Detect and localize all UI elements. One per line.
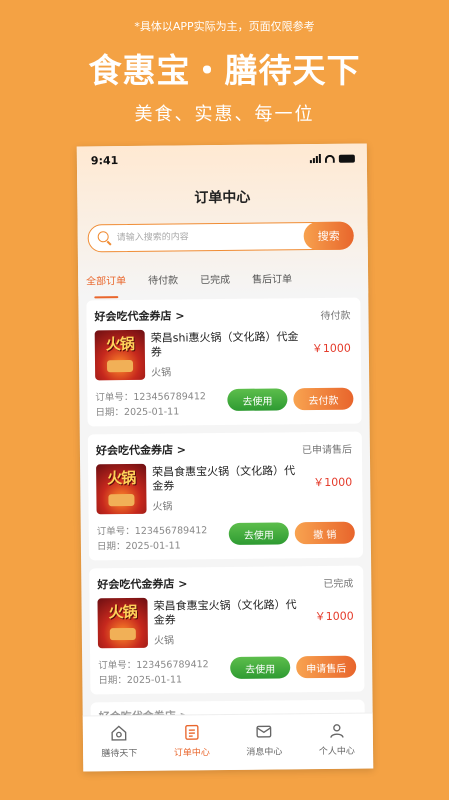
- product-name: 荣昌食惠宝火锅（文化路）代金券: [152, 464, 296, 493]
- thumbnail-text: 火锅: [105, 334, 134, 354]
- cancel-button[interactable]: 撤 销: [294, 521, 355, 545]
- order-status: 已申请售后: [301, 444, 352, 457]
- status-bar: 9:41: [89, 152, 355, 169]
- bottom-nav: 膳待天下 订单中心 消息中心 个人中心: [82, 712, 374, 772]
- page-title: 订单中心: [194, 189, 251, 207]
- use-button[interactable]: 去使用: [230, 656, 291, 679]
- pay-button[interactable]: 去付款: [293, 387, 354, 411]
- phone-screen: 9:41 订单中心 搜索 全部订单 待付款 已完成 售后订单 好会吃代金券店 >…: [76, 143, 374, 772]
- signal-icon: [309, 153, 321, 164]
- use-button[interactable]: 去使用: [228, 522, 289, 545]
- order-card: 好会吃代金券店 > 已申请售后 火锅 荣昌食惠宝火锅（文化路）代金券 火锅 ￥1…: [87, 431, 364, 561]
- use-button[interactable]: 去使用: [227, 388, 288, 411]
- status-time: 9:41: [90, 154, 119, 168]
- order-list-icon: [184, 724, 199, 740]
- battery-icon: [338, 154, 355, 163]
- order-tabs: 全部订单 待付款 已完成 售后订单: [86, 270, 360, 295]
- product-name: 荣昌食惠宝火锅（文化路）代金券: [153, 598, 297, 627]
- nav-label: 膳待天下: [101, 748, 138, 760]
- nav-item-profile[interactable]: 个人中心: [307, 722, 367, 758]
- user-icon: [330, 724, 344, 738]
- order-info: 订单号：123456789412 日期：2025-01-11: [97, 523, 208, 554]
- promo-note: *具体以APP实际为主，页面仅限参考: [134, 20, 315, 33]
- order-date: 日期：2025-01-11: [95, 406, 180, 419]
- product-name: 荣昌shi惠火锅（文化路）代金券: [150, 330, 299, 359]
- nav-label: 订单中心: [173, 748, 210, 759]
- nav-label: 个人中心: [318, 746, 355, 758]
- product-category: 火锅: [152, 501, 173, 513]
- product-category: 火锅: [153, 635, 174, 647]
- nav-item-home[interactable]: 膳待天下: [89, 724, 149, 760]
- after-sales-button[interactable]: 申请售后: [296, 655, 357, 679]
- thumbnail-text: 火锅: [108, 602, 137, 622]
- order-info: 订单号：123456789412 日期：2025-01-11: [95, 389, 206, 420]
- search-button[interactable]: 搜索: [303, 221, 354, 250]
- product-thumbnail[interactable]: 火锅: [97, 597, 148, 649]
- store-link[interactable]: 好会吃代金券店 >: [94, 307, 184, 324]
- promo-subtitle: 美食、实惠、每一位: [134, 104, 315, 125]
- nav-label: 消息中心: [246, 747, 283, 758]
- order-card: 好会吃代金券店 > 待付款 火锅 荣昌shi惠火锅（文化路）代金券 火锅 ￥10…: [86, 297, 362, 427]
- order-number: 订单号：123456789412: [96, 525, 208, 538]
- order-date: 日期：2025-01-11: [98, 674, 183, 687]
- product-thumbnail[interactable]: 火锅: [94, 329, 146, 381]
- tab-completed[interactable]: 已完成: [200, 271, 230, 293]
- thumbnail-text: 火锅: [107, 468, 136, 488]
- product-price: ￥1000: [314, 609, 354, 624]
- nav-item-orders[interactable]: 订单中心: [162, 723, 222, 759]
- message-icon: [256, 725, 272, 738]
- order-number: 订单号：123456789412: [95, 391, 206, 404]
- product-price: ￥1000: [311, 341, 351, 356]
- status-icons: [309, 153, 355, 164]
- order-date: 日期：2025-01-11: [96, 540, 181, 553]
- home-icon: [111, 725, 127, 741]
- search-icon: [97, 231, 109, 243]
- search-bar: 搜索: [87, 221, 354, 253]
- product-thumbnail[interactable]: 火锅: [96, 463, 147, 515]
- nav-item-messages[interactable]: 消息中心: [234, 722, 294, 758]
- order-status: 待付款: [320, 310, 351, 322]
- tab-all-orders[interactable]: 全部订单: [86, 272, 126, 294]
- product-category: 火锅: [151, 367, 172, 379]
- hotpot-image: [106, 359, 134, 373]
- order-info: 订单号：123456789412 日期：2025-01-11: [98, 657, 209, 688]
- tab-after-sales[interactable]: 售后订单: [252, 270, 292, 292]
- store-link[interactable]: 好会吃代金券店 >: [97, 575, 187, 592]
- hotpot-image: [108, 493, 135, 507]
- product-price: ￥1000: [313, 475, 353, 490]
- promo-title: 食惠宝・膳待天下: [88, 51, 361, 90]
- search-input[interactable]: [116, 227, 297, 248]
- wifi-icon: [324, 154, 335, 163]
- hotpot-image: [109, 627, 136, 641]
- tab-pending-payment[interactable]: 待付款: [148, 271, 178, 293]
- order-list: 好会吃代金券店 > 待付款 火锅 荣昌shi惠火锅（文化路）代金券 火锅 ￥10…: [86, 297, 365, 723]
- order-status: 已完成: [323, 578, 354, 590]
- store-link[interactable]: 好会吃代金券店 >: [96, 441, 186, 458]
- order-number: 订单号：123456789412: [98, 659, 209, 672]
- order-card: 好会吃代金券店 > 已完成 火锅 荣昌食惠宝火锅（文化路）代金券 火锅 ￥100…: [89, 565, 365, 695]
